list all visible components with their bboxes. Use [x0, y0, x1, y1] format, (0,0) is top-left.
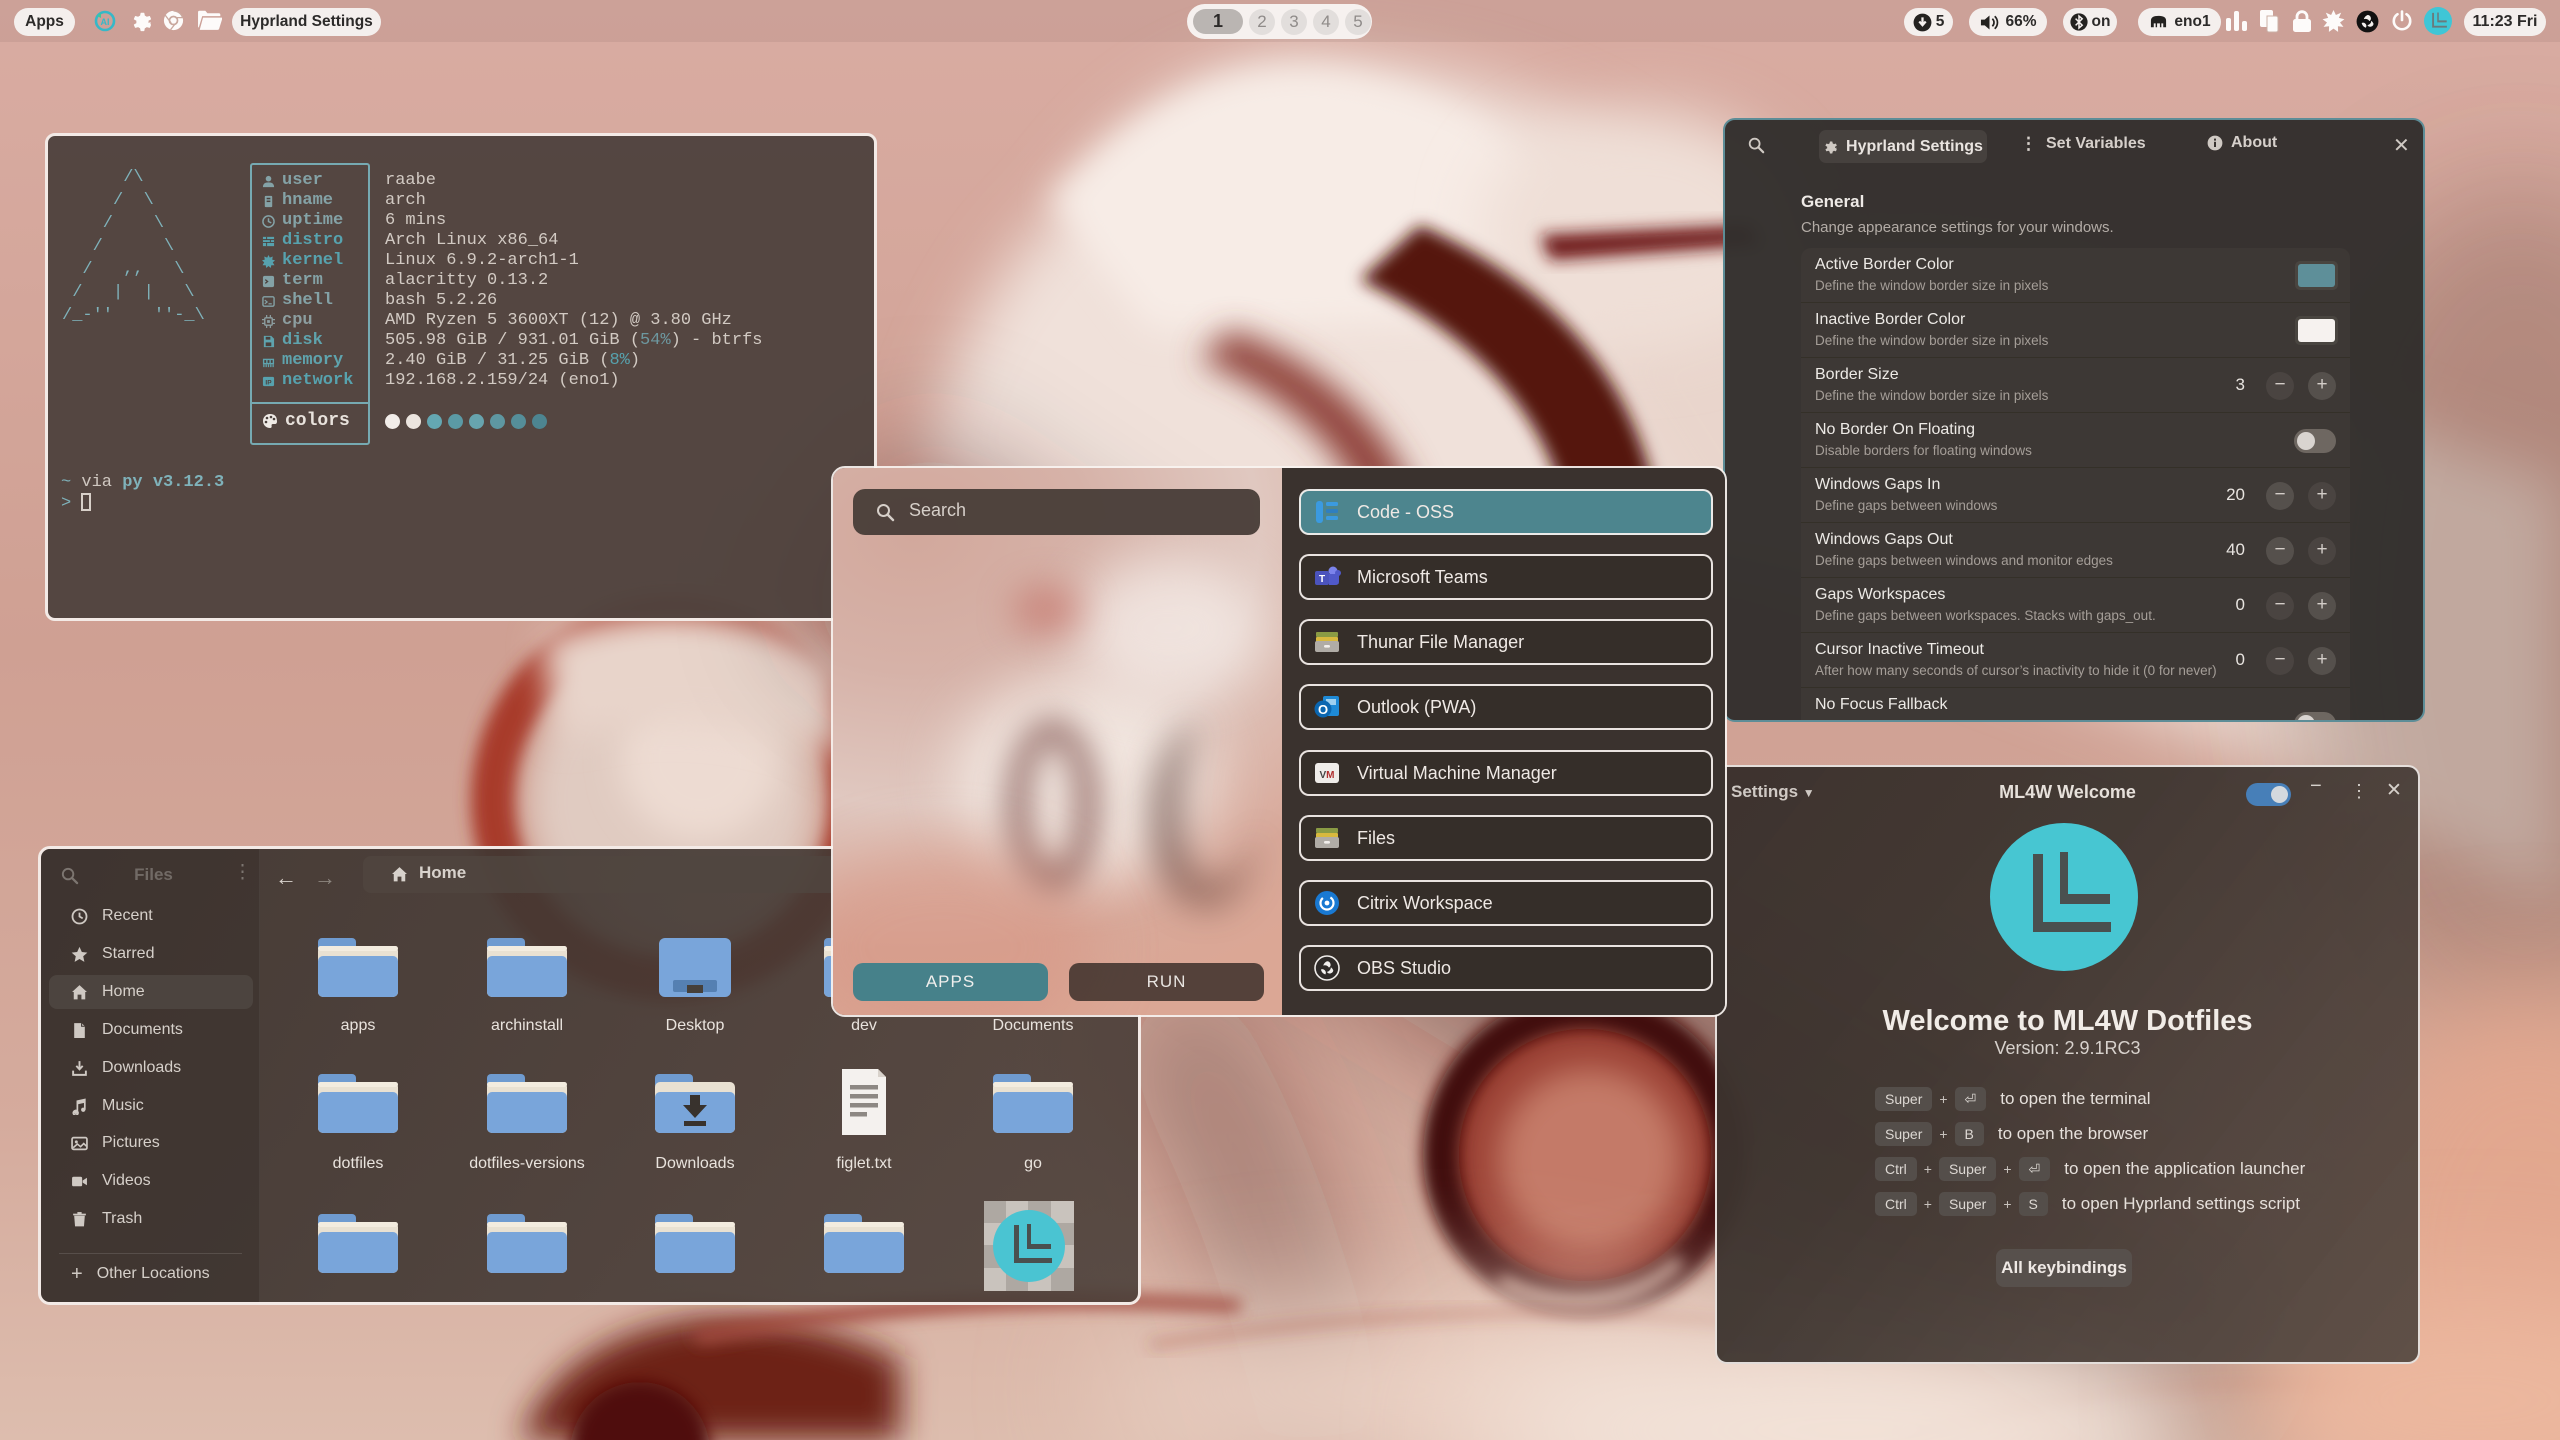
svg-text:VM: VM: [1319, 770, 1334, 781]
svg-text:O: O: [1318, 702, 1328, 717]
svg-text:AI: AI: [101, 17, 110, 27]
svg-text:T: T: [1319, 574, 1325, 585]
svg-text:IP: IP: [265, 379, 272, 386]
